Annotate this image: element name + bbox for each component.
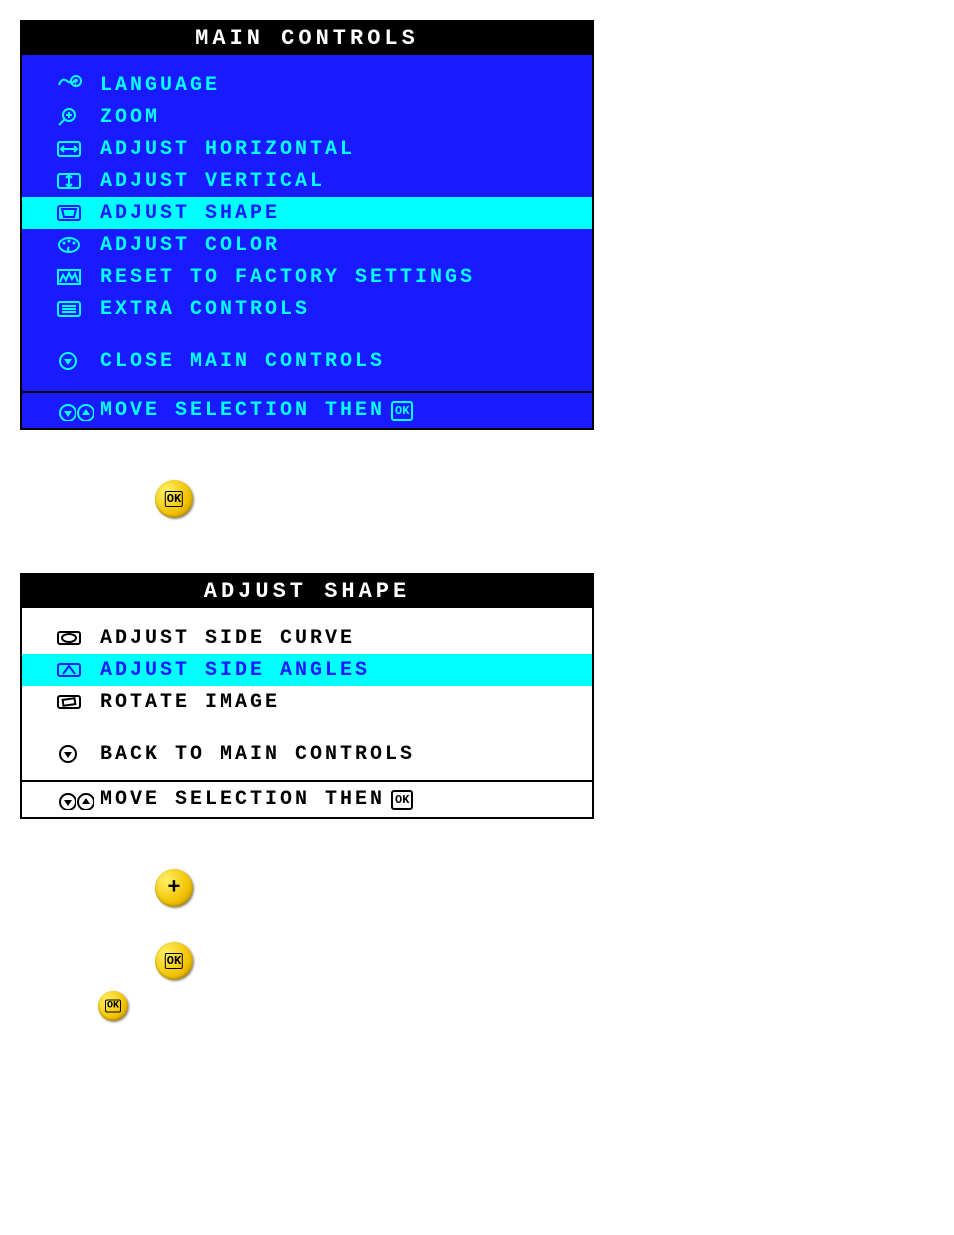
adjust-shape-body: ADJUST SIDE CURVE ADJUST SIDE ANGLES ROT…	[22, 608, 592, 780]
down-arrow-icon	[56, 349, 100, 373]
menu-item-label: EXTRA CONTROLS	[100, 298, 310, 321]
menu-item-close[interactable]: CLOSE MAIN CONTROLS	[22, 345, 592, 377]
main-controls-footer: MOVE SELECTION THEN OK	[22, 391, 592, 428]
spacer	[22, 718, 592, 738]
menu-item-language[interactable]: LANGUAGE	[22, 69, 592, 101]
menu-item-label: BACK TO MAIN CONTROLS	[100, 743, 415, 766]
menu-item-side-curve[interactable]: ADJUST SIDE CURVE	[22, 622, 592, 654]
main-controls-body: LANGUAGE ZOOM ADJUST HORIZONTAL ADJUST V…	[22, 55, 592, 391]
adjust-shape-panel: ADJUST SHAPE ADJUST SIDE CURVE ADJUST SI…	[20, 573, 594, 819]
ok-indicator-icon: OK	[391, 790, 413, 810]
plus-button[interactable]: +	[155, 869, 193, 907]
menu-item-reset-factory[interactable]: RESET TO FACTORY SETTINGS	[22, 261, 592, 293]
spacer	[22, 377, 592, 387]
spacer	[22, 325, 592, 345]
menu-item-label: LANGUAGE	[100, 74, 220, 97]
menu-item-adjust-vertical[interactable]: ADJUST VERTICAL	[22, 165, 592, 197]
rotate-image-icon	[56, 690, 100, 714]
reset-factory-icon	[56, 265, 100, 289]
menu-item-extra-controls[interactable]: EXTRA CONTROLS	[22, 293, 592, 325]
menu-item-label: ROTATE IMAGE	[100, 691, 280, 714]
menu-item-label: CLOSE MAIN CONTROLS	[100, 350, 385, 373]
menu-item-adjust-horizontal[interactable]: ADJUST HORIZONTAL	[22, 133, 592, 165]
footer-text: MOVE SELECTION THEN	[100, 399, 385, 422]
ok-indicator-icon: OK	[391, 401, 413, 421]
adjust-shape-icon	[56, 201, 100, 225]
adjust-shape-footer: MOVE SELECTION THEN OK	[22, 780, 592, 817]
ok-button[interactable]: OK	[155, 480, 193, 518]
menu-item-zoom[interactable]: ZOOM	[22, 101, 592, 133]
menu-item-adjust-color[interactable]: ADJUST COLOR	[22, 229, 592, 261]
main-controls-panel: MAIN CONTROLS LANGUAGE ZOOM ADJUST HORIZ…	[20, 20, 594, 430]
zoom-icon	[56, 105, 100, 129]
main-controls-title: MAIN CONTROLS	[22, 22, 592, 55]
menu-item-label: ADJUST SHAPE	[100, 202, 280, 225]
side-curve-icon	[56, 626, 100, 650]
menu-item-label: ZOOM	[100, 106, 160, 129]
nav-arrows-icon	[56, 401, 100, 421]
ok-button[interactable]: OK	[98, 991, 128, 1021]
adjust-vertical-icon	[56, 169, 100, 193]
adjust-color-icon	[56, 233, 100, 257]
spacer	[22, 770, 592, 776]
menu-item-label: ADJUST VERTICAL	[100, 170, 325, 193]
ok-button[interactable]: OK	[155, 942, 193, 980]
nav-arrows-icon	[56, 790, 100, 810]
extra-controls-icon	[56, 297, 100, 321]
menu-item-label: RESET TO FACTORY SETTINGS	[100, 266, 475, 289]
menu-item-rotate-image[interactable]: ROTATE IMAGE	[22, 686, 592, 718]
menu-item-side-angles[interactable]: ADJUST SIDE ANGLES	[22, 654, 592, 686]
adjust-shape-title: ADJUST SHAPE	[22, 575, 592, 608]
adjust-horizontal-icon	[56, 137, 100, 161]
language-icon	[56, 73, 100, 97]
menu-item-back[interactable]: BACK TO MAIN CONTROLS	[22, 738, 592, 770]
footer-text: MOVE SELECTION THEN	[100, 788, 385, 811]
down-arrow-icon	[56, 742, 100, 766]
menu-item-label: ADJUST SIDE CURVE	[100, 627, 355, 650]
side-angles-icon	[56, 658, 100, 682]
menu-item-label: ADJUST COLOR	[100, 234, 280, 257]
menu-item-label: ADJUST SIDE ANGLES	[100, 659, 370, 682]
menu-item-adjust-shape[interactable]: ADJUST SHAPE	[22, 197, 592, 229]
menu-item-label: ADJUST HORIZONTAL	[100, 138, 355, 161]
